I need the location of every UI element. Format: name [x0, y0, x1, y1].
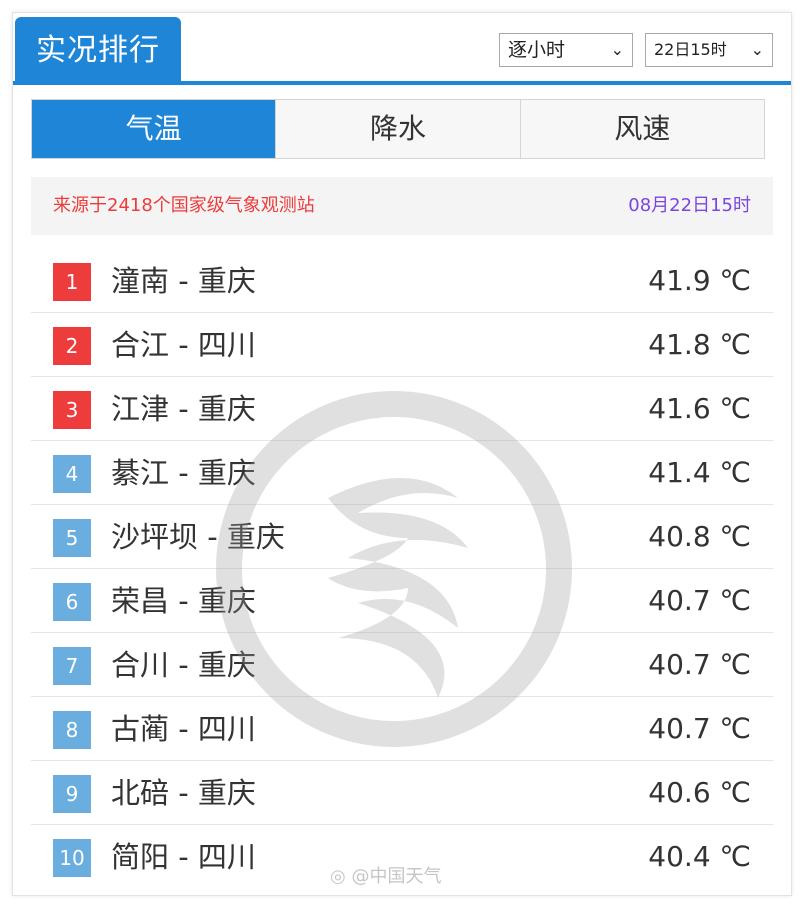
temperature-value: 41.8 ℃	[648, 328, 751, 361]
info-bar: 来源于2418个国家级气象观测站 08月22日15时	[31, 177, 773, 235]
station-name: 合江 - 四川	[111, 328, 256, 362]
weibo-icon: ◎	[330, 866, 346, 887]
tab-temperature[interactable]: 气温	[32, 100, 276, 158]
temperature-value: 41.6 ℃	[648, 392, 751, 425]
list-item[interactable]: 5 沙坪坝 - 重庆 40.8 ℃	[31, 505, 773, 569]
station-name: 沙坪坝 - 重庆	[111, 520, 285, 554]
tab-wind-speed[interactable]: 风速	[519, 100, 764, 158]
interval-select-value: 逐小时	[508, 39, 566, 61]
temperature-value: 40.7 ℃	[648, 584, 751, 617]
interval-select[interactable]: 逐小时 ⌄	[499, 33, 633, 67]
tab-precipitation[interactable]: 降水	[275, 100, 520, 158]
data-time-text: 08月22日15时	[628, 195, 751, 216]
time-select-value: 22日15时	[654, 40, 727, 59]
time-select[interactable]: 22日15时 ⌄	[645, 33, 773, 67]
list-item[interactable]: 2 合江 - 四川 41.8 ℃	[31, 313, 773, 377]
temperature-value: 41.4 ℃	[648, 456, 751, 489]
weibo-watermark-text: @中国天气	[351, 866, 442, 887]
rank-badge: 8	[53, 711, 91, 749]
list-item[interactable]: 6 荣昌 - 重庆 40.7 ℃	[31, 569, 773, 633]
data-source-text: 来源于2418个国家级气象观测站	[53, 195, 315, 216]
temperature-value: 40.8 ℃	[648, 520, 751, 553]
temperature-value: 41.9 ℃	[648, 264, 751, 297]
station-name: 简阳 - 四川	[111, 840, 256, 874]
temperature-value: 40.6 ℃	[648, 776, 751, 809]
rank-badge: 1	[53, 263, 91, 301]
list-item[interactable]: 4 綦江 - 重庆 41.4 ℃	[31, 441, 773, 505]
station-name: 荣昌 - 重庆	[111, 584, 256, 618]
station-name: 合川 - 重庆	[111, 648, 256, 682]
rank-badge: 10	[53, 839, 91, 877]
ranking-list: 1 潼南 - 重庆 41.9 ℃ 2 合江 - 四川 41.8 ℃ 3 江津 -…	[31, 249, 773, 889]
chevron-down-icon: ⌄	[750, 40, 764, 59]
rank-badge: 7	[53, 647, 91, 685]
panel-header: 实况排行 逐小时 ⌄ 22日15时 ⌄	[13, 13, 791, 85]
ranking-panel: 实况排行 逐小时 ⌄ 22日15时 ⌄ 气温 降水 风速 来源于2418个国家级…	[12, 12, 792, 896]
rank-badge: 3	[53, 391, 91, 429]
weibo-watermark: ◎ @中国天气	[330, 862, 441, 888]
rank-badge: 9	[53, 775, 91, 813]
header-divider	[13, 81, 791, 85]
list-item[interactable]: 8 古蔺 - 四川 40.7 ℃	[31, 697, 773, 761]
list-item[interactable]: 3 江津 - 重庆 41.6 ℃	[31, 377, 773, 441]
rank-badge: 4	[53, 455, 91, 493]
chevron-down-icon: ⌄	[610, 40, 624, 59]
list-item[interactable]: 7 合川 - 重庆 40.7 ℃	[31, 633, 773, 697]
temperature-value: 40.4 ℃	[648, 840, 751, 873]
station-name: 古蔺 - 四川	[111, 712, 256, 746]
station-name: 潼南 - 重庆	[111, 264, 256, 298]
panel-title: 实况排行	[15, 17, 181, 83]
rank-badge: 6	[53, 583, 91, 621]
list-item[interactable]: 9 北碚 - 重庆 40.6 ℃	[31, 761, 773, 825]
station-name: 北碚 - 重庆	[111, 776, 256, 810]
list-item[interactable]: 1 潼南 - 重庆 41.9 ℃	[31, 249, 773, 313]
category-tabs: 气温 降水 风速	[31, 99, 765, 159]
station-name: 綦江 - 重庆	[111, 456, 256, 490]
temperature-value: 40.7 ℃	[648, 712, 751, 745]
temperature-value: 40.7 ℃	[648, 648, 751, 681]
rank-badge: 5	[53, 519, 91, 557]
station-name: 江津 - 重庆	[111, 392, 256, 426]
rank-badge: 2	[53, 327, 91, 365]
